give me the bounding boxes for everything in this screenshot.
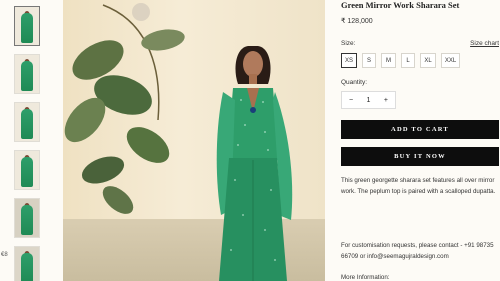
rotate-label-text: €8: [1, 252, 8, 258]
size-chart-link[interactable]: Size chart: [470, 40, 499, 47]
product-price: ₹ 128,000: [341, 18, 373, 25]
quantity-stepper: − 1 +: [341, 91, 396, 109]
thumbnail-strip: [14, 6, 42, 281]
buy-now-button[interactable]: BUY IT NOW: [341, 147, 499, 166]
product-title: Green Mirror Work Sharara Set: [341, 0, 460, 10]
thumbnail-2[interactable]: [14, 54, 40, 94]
size-option-l[interactable]: L: [401, 53, 415, 68]
thumbnail-6[interactable]: [14, 246, 40, 281]
thumbnail-3[interactable]: [14, 102, 40, 142]
size-selector: XS S M L XL XXL: [341, 53, 460, 68]
size-option-s[interactable]: S: [362, 53, 376, 68]
size-label: Size:: [341, 40, 356, 47]
product-main-image[interactable]: [63, 0, 325, 281]
plant-decor: [64, 3, 185, 214]
model-figure: [216, 46, 293, 281]
size-option-xxl[interactable]: XXL: [441, 53, 460, 68]
size-option-xl[interactable]: XL: [420, 53, 436, 68]
quantity-increase-button[interactable]: +: [384, 97, 388, 104]
more-information-heading[interactable]: More Information:: [341, 274, 390, 281]
thumbnail-5[interactable]: [14, 198, 40, 238]
quantity-value[interactable]: 1: [367, 97, 371, 104]
add-to-cart-button[interactable]: ADD TO CART: [341, 120, 499, 139]
size-option-xs[interactable]: XS: [341, 53, 357, 68]
thumbnail-1[interactable]: [14, 6, 40, 46]
product-description: This green georgette sharara set feature…: [341, 177, 496, 195]
view-rotate-label[interactable]: €8: [1, 252, 8, 258]
size-option-m[interactable]: M: [381, 53, 396, 68]
quantity-decrease-button[interactable]: −: [349, 97, 353, 104]
quantity-label: Quantity:: [341, 79, 368, 86]
customisation-contact: For customisation requests, please conta…: [341, 242, 494, 260]
thumbnail-4[interactable]: [14, 150, 40, 190]
